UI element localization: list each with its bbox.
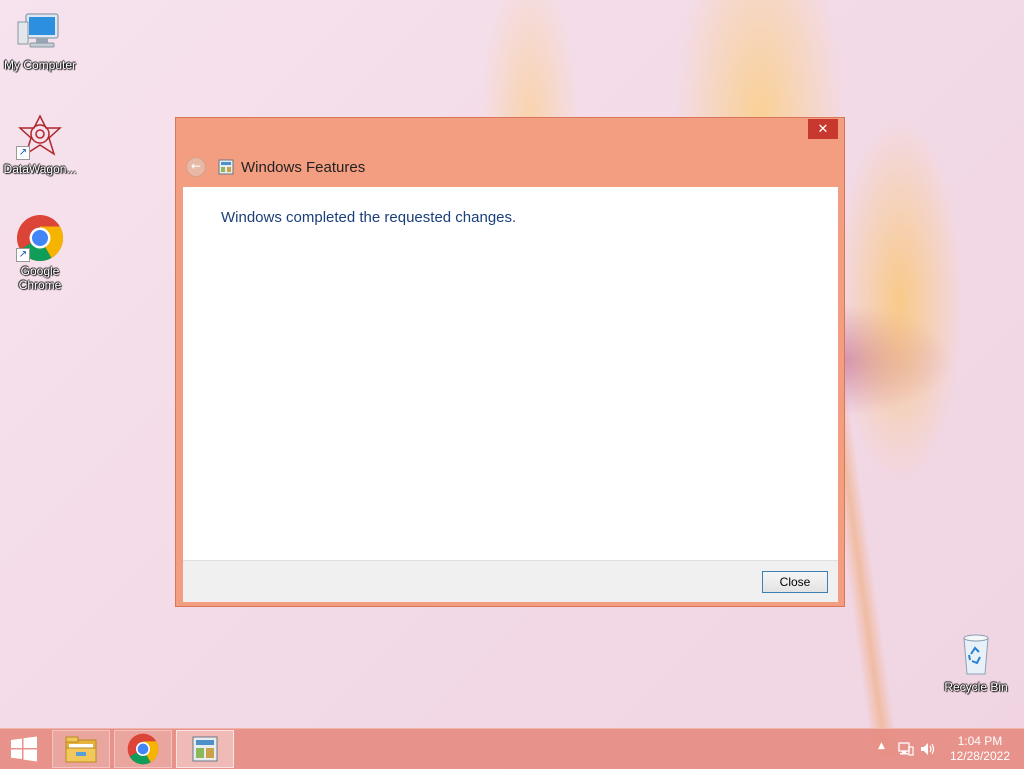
clock[interactable]: 1:04 PM 12/28/2022 bbox=[950, 734, 1010, 764]
shortcut-arrow-icon: ↗ bbox=[16, 146, 30, 160]
chrome-icon: ↗ bbox=[16, 214, 64, 262]
windows-features-icon bbox=[218, 159, 234, 175]
close-window-button[interactable]: ✕ bbox=[808, 119, 838, 139]
taskbar-windows-features[interactable] bbox=[176, 730, 234, 768]
desktop-icon-recycle-bin[interactable]: Recycle Bin bbox=[936, 630, 1016, 694]
windows-logo-icon bbox=[11, 736, 37, 762]
desktop-icon-label: My Computer bbox=[3, 58, 77, 72]
desktop-icon-label: Google Chrome bbox=[18, 264, 62, 292]
my-computer-icon bbox=[16, 8, 64, 56]
status-message: Windows completed the requested changes. bbox=[221, 209, 517, 226]
taskbar: ▲ 1:04 PM 12/28/2022 bbox=[0, 728, 1024, 769]
taskbar-file-explorer[interactable] bbox=[52, 730, 110, 768]
chrome-icon bbox=[127, 733, 159, 765]
desktop-icon-my-computer[interactable]: My Computer bbox=[0, 8, 80, 72]
desktop-icon-google-chrome[interactable]: ↗ Google Chrome bbox=[0, 214, 80, 292]
system-tray: ▲ 1:04 PM 12/28/2022 bbox=[864, 729, 1024, 769]
desktop-icon-label: Recycle Bin bbox=[944, 680, 1008, 694]
start-button[interactable] bbox=[0, 730, 48, 768]
close-button[interactable]: Close bbox=[762, 571, 828, 593]
desktop-icon-label: DataWagon... bbox=[3, 162, 77, 176]
dialog-footer: Close bbox=[183, 560, 838, 602]
clock-time: 1:04 PM bbox=[957, 734, 1003, 748]
taskbar-chrome[interactable] bbox=[114, 730, 172, 768]
back-arrow-icon[interactable]: ← bbox=[186, 157, 206, 177]
network-icon[interactable] bbox=[898, 741, 914, 757]
dialog-content: Windows completed the requested changes. bbox=[183, 187, 838, 560]
desktop-icon-datawagon[interactable]: ↗ DataWagon... bbox=[0, 112, 80, 176]
volume-icon[interactable] bbox=[920, 741, 936, 757]
clock-date: 12/28/2022 bbox=[949, 749, 1010, 763]
datawagon-icon: ↗ bbox=[16, 112, 64, 160]
dialog-header: ← Windows Features bbox=[186, 156, 365, 178]
show-hidden-icons-button[interactable]: ▲ bbox=[878, 741, 885, 751]
shortcut-arrow-icon: ↗ bbox=[16, 248, 30, 262]
dialog-title: Windows Features bbox=[241, 158, 366, 176]
windows-features-icon bbox=[192, 736, 218, 762]
folder-icon bbox=[65, 736, 97, 763]
recycle-bin-icon bbox=[952, 630, 1000, 678]
windows-features-dialog: ✕ ← Windows Features Windows completed t… bbox=[175, 117, 845, 607]
